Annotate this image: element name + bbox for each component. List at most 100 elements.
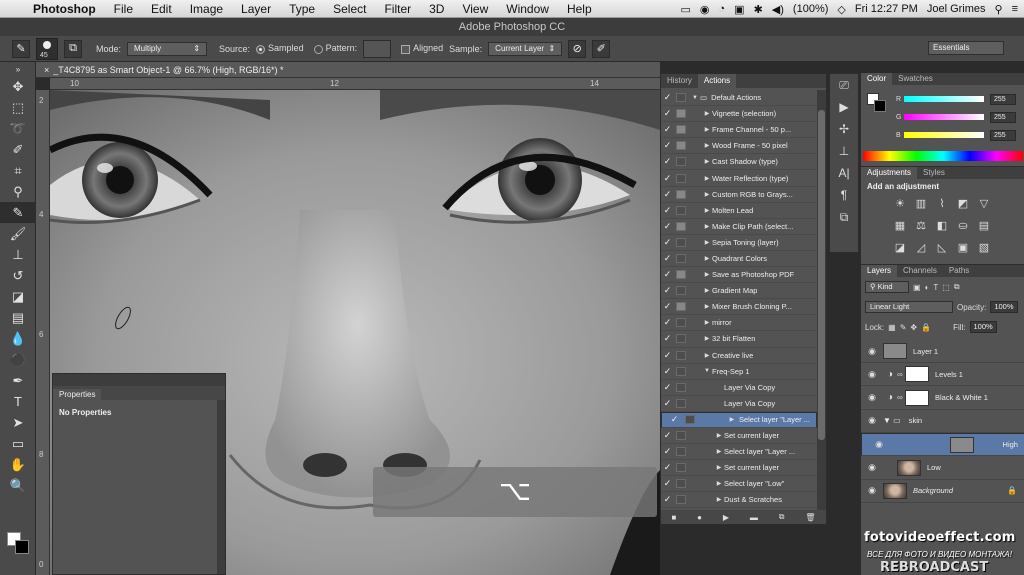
background-color[interactable] bbox=[15, 540, 29, 554]
action-item[interactable]: ✓ ▶ Wood Frame - 50 pixel bbox=[661, 138, 817, 155]
volume-icon[interactable]: ◀) bbox=[772, 3, 784, 16]
layer-name[interactable]: Low bbox=[927, 463, 941, 472]
collapsed-triangle-icon[interactable]: ▶ bbox=[702, 255, 712, 262]
move-tool-icon[interactable]: ✥ bbox=[0, 76, 36, 97]
collapsed-triangle-icon[interactable]: ▶ bbox=[702, 158, 712, 165]
check-icon[interactable]: ✓ bbox=[661, 124, 674, 135]
collapsed-triangle-icon[interactable]: ▶ bbox=[702, 223, 712, 230]
visibility-eye-icon[interactable]: ◉ bbox=[861, 415, 883, 426]
menu-file[interactable]: File bbox=[105, 2, 142, 16]
dialog-toggle-icon[interactable] bbox=[676, 125, 686, 135]
action-item[interactable]: ✓ ▶ Frame Channel - 50 p... bbox=[661, 122, 817, 139]
hue-saturation-icon[interactable]: ▧ bbox=[975, 238, 993, 258]
lock-position-icon[interactable]: ✥ bbox=[910, 323, 917, 332]
scroll-thumb[interactable] bbox=[818, 110, 825, 440]
channel-value[interactable]: 255 bbox=[990, 111, 1016, 123]
tab-properties[interactable]: Properties bbox=[53, 389, 102, 400]
color-swatches[interactable] bbox=[7, 532, 33, 558]
new-set-icon[interactable]: ▬ bbox=[750, 513, 758, 522]
layer-comps-icon[interactable]: ⧉ bbox=[830, 206, 858, 228]
color-balance-icon[interactable]: ⚖ bbox=[912, 216, 930, 236]
workspace-select[interactable]: Essentials bbox=[928, 41, 1004, 55]
photo-filter-icon[interactable]: ⛀ bbox=[954, 216, 972, 236]
mask-link-icon[interactable]: ∞ bbox=[897, 370, 905, 379]
slider-bar[interactable] bbox=[904, 132, 984, 138]
blur-tool-icon[interactable]: 💧 bbox=[0, 328, 36, 349]
check-icon[interactable]: ✓ bbox=[661, 462, 674, 473]
stop-icon[interactable]: ■ bbox=[671, 513, 676, 522]
tab-adjustments[interactable]: Adjustments bbox=[861, 167, 918, 179]
check-icon[interactable]: ✓ bbox=[661, 285, 674, 296]
exposure-icon[interactable]: ◩ bbox=[954, 194, 972, 214]
action-item[interactable]: ✓ ▼ Freq-Sep 1 bbox=[661, 364, 817, 380]
check-icon[interactable]: ✓ bbox=[661, 317, 674, 328]
dialog-toggle-icon[interactable] bbox=[676, 270, 686, 280]
action-item[interactable]: ✓ ▶ Custom RGB to Grays... bbox=[661, 187, 817, 203]
layer-row[interactable]: ◉ ◑ ∞ Black & White 1 bbox=[861, 387, 1024, 410]
action-item[interactable]: ✓ ▶ Save as Photoshop PDF bbox=[661, 267, 817, 284]
layer-thumbnail[interactable] bbox=[905, 366, 929, 383]
action-item[interactable]: ✓ ▶ Set current layer bbox=[661, 428, 817, 445]
menu-type[interactable]: Type bbox=[280, 2, 324, 16]
pressure-size-icon[interactable]: ✐ bbox=[592, 39, 611, 58]
layer-thumbnail[interactable] bbox=[949, 436, 974, 453]
dialog-toggle-icon[interactable] bbox=[676, 479, 686, 489]
filter-shape-icon[interactable]: ⬚ bbox=[942, 283, 950, 292]
collapsed-triangle-icon[interactable]: ▶ bbox=[702, 287, 712, 294]
pattern-radio[interactable]: Pattern: bbox=[313, 43, 357, 54]
action-item[interactable]: ✓ ▼ ▭ Default Actions bbox=[661, 90, 817, 107]
check-icon[interactable]: ✓ bbox=[661, 92, 674, 103]
check-icon[interactable]: ✓ bbox=[661, 269, 674, 280]
collapsed-triangle-icon[interactable]: ▶ bbox=[702, 126, 712, 133]
check-icon[interactable]: ✓ bbox=[661, 140, 674, 151]
paragraph-icon[interactable]: ¶ bbox=[830, 184, 858, 206]
action-item[interactable]: ✓ ▶ Dust & Scratches bbox=[661, 492, 817, 509]
check-icon[interactable]: ✓ bbox=[661, 189, 674, 200]
path-selection-tool-icon[interactable]: ➤ bbox=[0, 412, 36, 433]
check-icon[interactable]: ✓ bbox=[661, 108, 674, 119]
close-icon[interactable]: × bbox=[44, 65, 49, 75]
clock[interactable]: Fri 12:27 PM bbox=[855, 3, 918, 15]
selective-color-icon[interactable]: ▣ bbox=[954, 238, 972, 258]
collapsed-triangle-icon[interactable]: ▶ bbox=[702, 207, 712, 214]
healing-brush-preset-icon[interactable]: ✎ bbox=[12, 39, 30, 58]
menu-help[interactable]: Help bbox=[558, 2, 601, 16]
menu-3d[interactable]: 3D bbox=[420, 2, 453, 16]
action-item[interactable]: ✓ ▶ mirror bbox=[661, 315, 817, 332]
lock-transparency-icon[interactable]: ▦ bbox=[888, 323, 896, 332]
dialog-toggle-icon[interactable] bbox=[676, 382, 686, 392]
check-icon[interactable]: ✓ bbox=[661, 237, 674, 248]
dialog-toggle-icon[interactable] bbox=[676, 286, 686, 296]
slider-bar[interactable] bbox=[904, 96, 984, 102]
threshold-icon[interactable]: ◺ bbox=[933, 238, 951, 258]
mask-link-icon[interactable]: ∞ bbox=[897, 393, 905, 402]
menu-window[interactable]: Window bbox=[497, 2, 558, 16]
channel-value[interactable]: 255 bbox=[990, 93, 1016, 105]
collapsed-triangle-icon[interactable]: ▶ bbox=[714, 448, 724, 455]
filter-adjustment-icon[interactable]: ◐ bbox=[925, 283, 930, 292]
fill-value[interactable]: 100% bbox=[969, 321, 997, 333]
collapsed-triangle-icon[interactable]: ▶ bbox=[714, 496, 724, 503]
dialog-toggle-icon[interactable] bbox=[676, 463, 686, 473]
dialog-toggle-icon[interactable] bbox=[676, 447, 686, 457]
layer-row[interactable]: ◉ Layer 1 bbox=[861, 340, 1024, 363]
layer-thumbnail[interactable] bbox=[905, 389, 929, 406]
check-icon[interactable]: ✓ bbox=[661, 478, 674, 489]
collapsed-triangle-icon[interactable]: ▶ bbox=[702, 110, 712, 117]
healing-brush-tool-icon[interactable]: ✎ bbox=[0, 202, 36, 223]
action-item[interactable]: ✓ Layer Via Copy bbox=[661, 396, 817, 412]
visibility-eye-icon[interactable]: ◉ bbox=[861, 462, 883, 473]
action-item[interactable]: ✓ ▶ Vignette (selection) bbox=[661, 106, 817, 123]
expanded-triangle-icon[interactable]: ▼ bbox=[702, 368, 712, 374]
visibility-eye-icon[interactable]: ◉ bbox=[861, 485, 883, 496]
tab-actions[interactable]: Actions bbox=[697, 74, 737, 88]
clone-source-icon[interactable]: ⊥ bbox=[830, 140, 858, 162]
tab-color[interactable]: Color bbox=[861, 73, 893, 85]
action-item[interactable]: ✓ ▶ Make Clip Path (select... bbox=[661, 219, 817, 235]
check-icon[interactable]: ✓ bbox=[661, 301, 674, 312]
search-icon[interactable]: ⚲ bbox=[995, 3, 1003, 16]
pen-tool-icon[interactable]: ✒ bbox=[0, 370, 36, 391]
history-brush-tool-icon[interactable]: ↺ bbox=[0, 265, 36, 286]
check-icon[interactable]: ✓ bbox=[661, 494, 674, 505]
visibility-eye-icon[interactable]: ◉ bbox=[861, 346, 883, 357]
